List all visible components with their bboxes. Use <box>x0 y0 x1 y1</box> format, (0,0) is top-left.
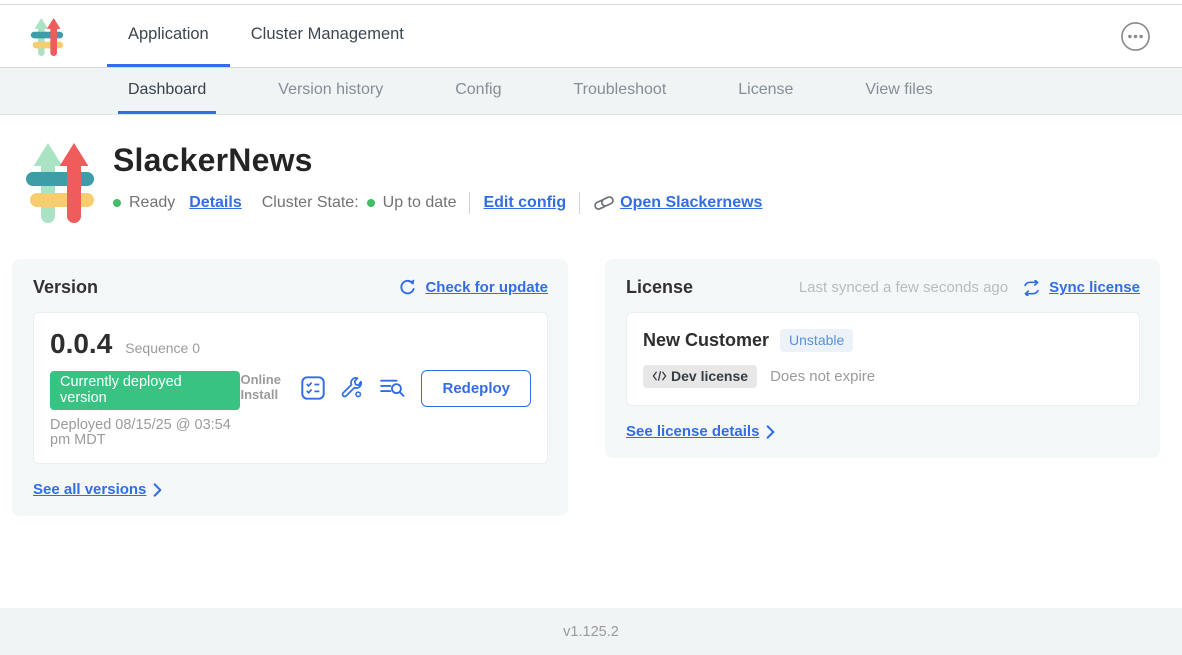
slackernews-app-icon <box>20 139 100 223</box>
tab-license[interactable]: License <box>728 68 803 114</box>
channel-badge: Unstable <box>780 329 853 352</box>
see-license-details-label: See license details <box>626 423 759 440</box>
console-footer: v1.125.2 <box>0 608 1182 655</box>
page-title: SlackerNews <box>113 142 762 179</box>
console-version: v1.125.2 <box>563 624 619 640</box>
tab-config[interactable]: Config <box>445 68 511 114</box>
last-synced-label: Last synced a few seconds ago <box>799 279 1008 296</box>
more-menu-icon[interactable] <box>1120 21 1151 52</box>
code-icon <box>652 370 667 382</box>
version-card-title: Version <box>33 277 98 298</box>
install-type-label: Online Install <box>240 373 286 403</box>
check-for-update[interactable]: Check for update <box>398 278 548 297</box>
top-header: Application Cluster Management <box>0 5 1182 68</box>
license-detail-panel: New Customer Unstable Dev license Does n… <box>626 312 1140 406</box>
see-license-details[interactable]: See license details <box>626 423 1140 440</box>
license-card-title: License <box>626 277 693 298</box>
divider <box>579 192 580 214</box>
version-card: Version Check for update 0.0.4 Sequence … <box>12 259 568 516</box>
deployed-status-badge: Currently deployed version <box>50 371 240 410</box>
open-app-link[interactable]: Open Slackernews <box>593 194 762 212</box>
license-type-label: Dev license <box>671 368 748 384</box>
deployed-timestamp: Deployed 08/15/25 @ 03:54 pm MDT <box>50 418 240 448</box>
sync-icon <box>1022 280 1041 296</box>
preflight-checks-icon[interactable] <box>301 376 325 400</box>
see-all-versions[interactable]: See all versions <box>33 481 548 498</box>
chevron-right-icon <box>153 483 162 497</box>
open-app-label: Open Slackernews <box>620 194 762 212</box>
header-spacer <box>425 5 1120 67</box>
license-expiry: Does not expire <box>770 368 875 385</box>
dashboard-main: SlackerNews Ready Details Cluster State:… <box>0 115 1182 516</box>
chevron-right-icon <box>766 425 775 439</box>
app-header: SlackerNews Ready Details Cluster State:… <box>20 139 1182 223</box>
tab-troubleshoot[interactable]: Troubleshoot <box>563 68 676 114</box>
cluster-state-label: Cluster State: <box>262 194 359 212</box>
check-update-link: Check for update <box>425 279 548 296</box>
app-subnav: Dashboard Version history Config Trouble… <box>0 68 1182 115</box>
view-diff-icon[interactable] <box>379 376 406 400</box>
cluster-state-dot <box>367 199 375 207</box>
redeploy-button[interactable]: Redeploy <box>421 370 531 407</box>
tab-dashboard[interactable]: Dashboard <box>118 68 216 114</box>
details-link[interactable]: Details <box>189 194 241 212</box>
divider <box>469 192 470 214</box>
app-status-dot <box>113 199 121 207</box>
customer-name: New Customer <box>643 330 769 351</box>
refresh-icon <box>398 278 417 297</box>
app-status-row: Ready Details Cluster State: Up to date … <box>113 192 762 214</box>
version-number: 0.0.4 <box>50 328 112 360</box>
see-all-versions-label: See all versions <box>33 481 146 498</box>
tab-version-history[interactable]: Version history <box>268 68 393 114</box>
license-type-badge: Dev license <box>643 365 757 388</box>
current-version-panel: 0.0.4 Sequence 0 Currently deployed vers… <box>33 312 548 464</box>
sync-license-link[interactable]: Sync license <box>1049 279 1140 296</box>
tab-application[interactable]: Application <box>107 5 230 67</box>
app-status-label: Ready <box>129 194 175 212</box>
license-card: License Last synced a few seconds ago Sy… <box>605 259 1160 458</box>
version-sequence: Sequence 0 <box>125 340 200 356</box>
tab-cluster-management[interactable]: Cluster Management <box>230 5 425 67</box>
dashboard-cards: Version Check for update 0.0.4 Sequence … <box>12 259 1160 516</box>
cluster-state-value: Up to date <box>383 194 457 212</box>
app-logo-icon <box>28 16 66 56</box>
header-nav: Application Cluster Management <box>107 5 425 67</box>
tab-view-files[interactable]: View files <box>855 68 942 114</box>
edit-config-link[interactable]: Edit config <box>483 194 566 212</box>
link-icon <box>593 194 615 212</box>
edit-config-icon[interactable] <box>340 376 364 400</box>
